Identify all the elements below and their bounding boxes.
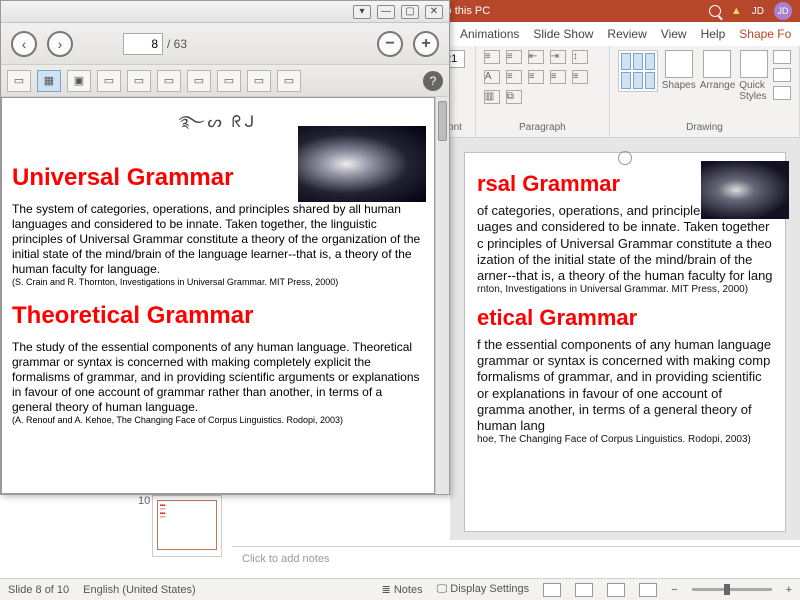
user-initials-text: JD: [752, 6, 764, 17]
zoom-slider[interactable]: [692, 588, 772, 591]
line-spacing-icon[interactable]: ↕: [572, 50, 588, 64]
shape-outline-icon[interactable]: [773, 68, 791, 82]
status-slide[interactable]: Slide 8 of 10: [8, 584, 69, 596]
close-icon[interactable]: ✕: [425, 5, 443, 19]
align-justify-icon[interactable]: ≡: [572, 70, 588, 84]
align-left-icon[interactable]: ≡: [506, 70, 522, 84]
tab-help[interactable]: Help: [701, 27, 726, 41]
cite-theoretical: (A. Renouf and A. Kehoe, The Changing Fa…: [12, 415, 424, 426]
shapes-button[interactable]: Shapes: [662, 50, 696, 91]
pdf-page[interactable]: ࿐ᔕ ᖇᒍ Universal Grammar The system of ca…: [1, 97, 435, 494]
search-icon[interactable]: [709, 5, 721, 17]
pdf-content: ࿐ᔕ ᖇᒍ Universal Grammar The system of ca…: [1, 97, 449, 494]
prev-page-button[interactable]: ‹: [11, 31, 37, 57]
drawing-group: Shapes Arrange Quick Styles Drawing: [610, 46, 800, 137]
heading-theoretical: etical Grammar: [477, 305, 773, 331]
tool8-icon[interactable]: ▭: [217, 70, 241, 92]
view-sorter-icon[interactable]: [575, 583, 593, 597]
zoom-in-icon[interactable]: +: [786, 584, 792, 596]
minimize-icon[interactable]: —: [377, 5, 395, 19]
shape-gallery[interactable]: [618, 50, 658, 92]
arrange-button[interactable]: Arrange: [700, 50, 736, 91]
tool6-icon[interactable]: ▭: [157, 70, 181, 92]
collapse-icon[interactable]: ▾: [353, 5, 371, 19]
tool5-icon[interactable]: ▭: [127, 70, 151, 92]
pdf-tools-toolbar: ▭ ▦ ▣ ▭ ▭ ▭ ▭ ▭ ▭ ▭ ?: [1, 65, 449, 97]
tool10-icon[interactable]: ▭: [277, 70, 301, 92]
galaxy-image[interactable]: [701, 161, 789, 219]
view-reading-icon[interactable]: [607, 583, 625, 597]
view-normal-icon[interactable]: [543, 583, 561, 597]
thumb-number: 10: [138, 495, 150, 507]
smartart-icon[interactable]: ⧉: [506, 90, 522, 104]
slide[interactable]: rsal Grammar of categories, operations, …: [464, 152, 786, 532]
tool9-icon[interactable]: ▭: [247, 70, 271, 92]
notes-pane[interactable]: Click to add notes: [232, 546, 800, 574]
ppt-slide-canvas: rsal Grammar of categories, operations, …: [450, 138, 800, 540]
cite-universal: (S. Crain and R. Thornton, Investigation…: [12, 277, 424, 288]
pdf-titlebar: ▾ — ▢ ✕: [1, 1, 449, 23]
shape-fill-icon[interactable]: [773, 50, 791, 64]
zoom-out-icon[interactable]: −: [671, 584, 677, 596]
quick-styles-button[interactable]: Quick Styles: [739, 50, 769, 102]
notes-button[interactable]: ≣ Notes: [382, 583, 423, 596]
scrollbar[interactable]: [435, 97, 449, 494]
cite-theoretical: hoe, The Changing Face of Corpus Linguis…: [477, 434, 773, 447]
align-center-icon[interactable]: ≡: [528, 70, 544, 84]
galaxy-image: [298, 126, 426, 202]
tab-animations[interactable]: Animations: [460, 27, 519, 41]
warning-icon[interactable]: ▲: [731, 5, 742, 17]
maximize-icon[interactable]: ▢: [401, 5, 419, 19]
tab-shape-format[interactable]: Shape Fo: [739, 27, 791, 41]
zoom-in-button[interactable]: +: [413, 31, 439, 57]
heading-theoretical: Theoretical Grammar: [12, 302, 424, 330]
notes-placeholder: Click to add notes: [242, 553, 329, 565]
status-lang[interactable]: English (United States): [83, 584, 196, 596]
tool3-icon[interactable]: ▣: [67, 70, 91, 92]
paragraph-group: ≡ ≡ ⇤ ⇥ ↕ A ≡ ≡ ≡ ≡ ▥ ⧉ Paragraph: [476, 46, 610, 137]
tool1-icon[interactable]: ▭: [7, 70, 31, 92]
tab-review[interactable]: Review: [607, 27, 646, 41]
rotate-handle-icon[interactable]: [618, 151, 632, 165]
slide-thumbnail[interactable]: ■■■━━━■■■━━━: [152, 495, 222, 557]
indent-dec-icon[interactable]: ⇤: [528, 50, 544, 64]
page-input[interactable]: [123, 33, 163, 55]
bullets-icon[interactable]: ≡: [484, 50, 500, 64]
cite-universal: rnton, Investigations in Universal Gramm…: [477, 284, 773, 297]
tool7-icon[interactable]: ▭: [187, 70, 211, 92]
avatar[interactable]: JD: [774, 2, 792, 20]
status-bar: Slide 8 of 10 English (United States) ≣ …: [0, 578, 800, 600]
drawing-group-label: Drawing: [618, 122, 791, 133]
display-settings-button[interactable]: 🖵 Display Settings: [437, 583, 530, 596]
tool4-icon[interactable]: ▭: [97, 70, 121, 92]
tab-view[interactable]: View: [661, 27, 687, 41]
numbering-icon[interactable]: ≡: [506, 50, 522, 64]
para-theoretical: f the essential components of any human …: [477, 337, 773, 435]
view-slideshow-icon[interactable]: [639, 583, 657, 597]
shape-effects-icon[interactable]: [773, 86, 791, 100]
pdf-nav-toolbar: ‹ › / 63 − +: [1, 23, 449, 65]
para-universal: The system of categories, operations, an…: [12, 202, 424, 277]
tool2-icon[interactable]: ▦: [37, 70, 61, 92]
para-theoretical: The study of the essential components of…: [12, 340, 424, 415]
help-icon[interactable]: ?: [423, 71, 443, 91]
tab-slideshow[interactable]: Slide Show: [533, 27, 593, 41]
align-right-icon[interactable]: ≡: [550, 70, 566, 84]
next-page-button[interactable]: ›: [47, 31, 73, 57]
zoom-out-button[interactable]: −: [377, 31, 403, 57]
pdf-viewer-window: ▾ — ▢ ✕ ‹ › / 63 − + ▭ ▦ ▣ ▭ ▭ ▭ ▭ ▭ ▭ ▭…: [0, 0, 450, 495]
paragraph-group-label: Paragraph: [484, 122, 601, 133]
text-dir-icon[interactable]: A: [484, 70, 500, 84]
columns-icon[interactable]: ▥: [484, 90, 500, 104]
indent-inc-icon[interactable]: ⇥: [550, 50, 566, 64]
page-total: / 63: [167, 37, 187, 51]
scroll-thumb[interactable]: [438, 101, 447, 141]
